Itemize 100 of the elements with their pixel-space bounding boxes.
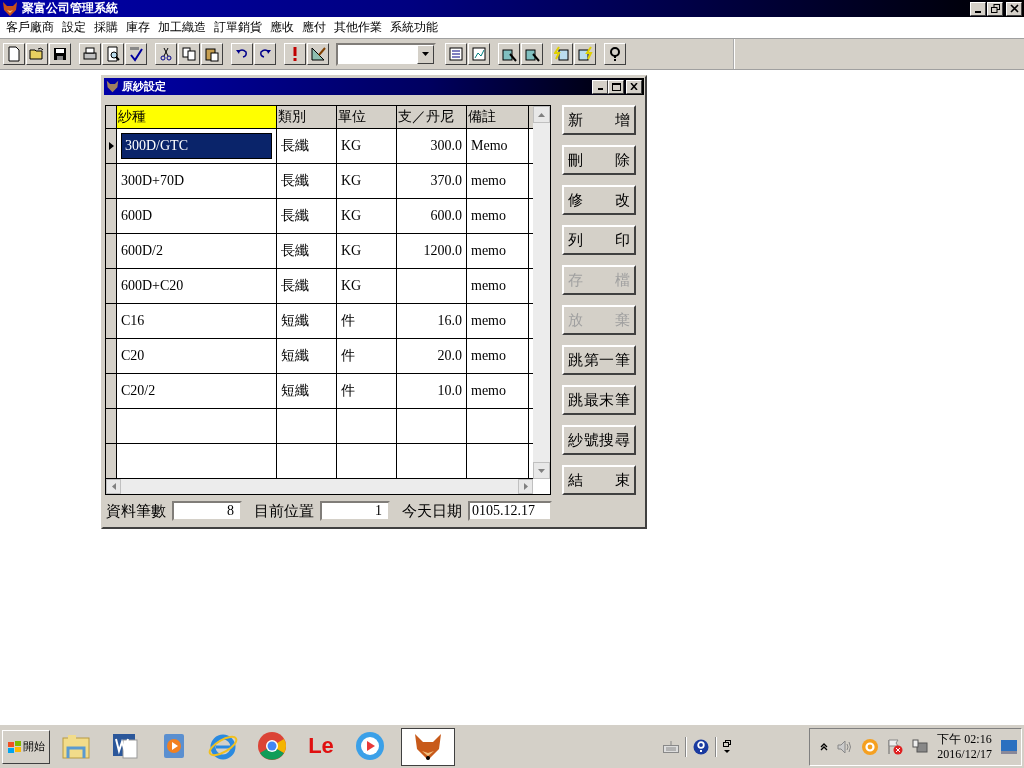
minimize-icon <box>975 10 981 13</box>
maximize-button[interactable] <box>608 79 624 94</box>
dropdown-field[interactable] <box>336 42 436 66</box>
row-selector[interactable] <box>106 234 117 268</box>
fox-icon <box>106 80 119 93</box>
save-icon[interactable] <box>49 43 71 65</box>
row-selector[interactable] <box>106 304 117 338</box>
table-cell[interactable]: C20/2 <box>117 374 277 408</box>
row-selector[interactable] <box>106 339 117 373</box>
field-label: 目前位置 <box>254 501 314 521</box>
start-button[interactable]: 開始 <box>2 729 50 764</box>
new-file-icon[interactable] <box>3 43 25 65</box>
row-selector[interactable] <box>106 129 117 163</box>
table-cell: memo <box>467 199 529 233</box>
row-selector[interactable] <box>106 374 117 408</box>
restore-button[interactable] <box>987 1 1003 16</box>
column-header[interactable]: 支／丹尼 <box>397 106 467 128</box>
row-selector[interactable] <box>106 199 117 233</box>
close-button[interactable] <box>626 79 642 94</box>
table-cell: 件 <box>337 339 397 373</box>
table-cell[interactable]: 300D+70D <box>117 164 277 198</box>
lightning-table-icon[interactable] <box>551 43 573 65</box>
play-icon <box>354 729 386 762</box>
menu-item[interactable]: 採購 <box>90 19 122 36</box>
table-cell[interactable]: 600D <box>117 199 277 233</box>
menu-item[interactable]: 加工織造 <box>154 19 210 36</box>
column-header[interactable]: 類別 <box>277 106 337 128</box>
clock-time: 下午 02:16 <box>937 731 992 747</box>
ruler-pencil-icon[interactable] <box>307 43 329 65</box>
action-button[interactable]: 結束 <box>562 465 636 495</box>
taskbar-app[interactable] <box>401 727 455 766</box>
redo-icon[interactable] <box>254 43 276 65</box>
field-label: 今天日期 <box>402 501 462 521</box>
clock[interactable]: 下午 02:16 2016/12/17 <box>937 731 992 762</box>
chevron-up-icon[interactable] <box>820 742 829 751</box>
flag-error-icon[interactable] <box>887 738 904 755</box>
action-button[interactable]: 新增 <box>562 105 636 135</box>
close-button[interactable] <box>1006 1 1022 16</box>
action-button[interactable]: 修改 <box>562 185 636 215</box>
close-icon <box>1009 4 1019 13</box>
row-selector[interactable] <box>106 444 117 478</box>
table-cell[interactable]: 600D/2 <box>117 234 277 268</box>
table-cell[interactable]: 600D+C20 <box>117 269 277 303</box>
table-cell: 短纖 <box>277 339 337 373</box>
menu-item[interactable]: 系統功能 <box>386 19 442 36</box>
spell-check-icon[interactable] <box>125 43 147 65</box>
dropdown-arrow-icon <box>422 52 429 56</box>
row-pointer-icon <box>108 142 114 150</box>
column-header[interactable]: 單位 <box>337 106 397 128</box>
column-header[interactable]: 備註 <box>467 106 529 128</box>
minimize-button[interactable] <box>592 79 608 94</box>
table-icon[interactable] <box>445 43 467 65</box>
lightning-note-icon[interactable] <box>574 43 596 65</box>
table-cell[interactable]: C20 <box>117 339 277 373</box>
close-icon <box>630 83 638 90</box>
action-button[interactable]: 跳最末筆 <box>562 385 636 415</box>
print-icon[interactable] <box>79 43 101 65</box>
print-preview-icon[interactable] <box>102 43 124 65</box>
action-button[interactable]: 刪除 <box>562 145 636 175</box>
table-cell: Memo <box>467 129 529 163</box>
menu-item[interactable]: 設定 <box>58 19 90 36</box>
vertical-scrollbar[interactable] <box>533 106 550 494</box>
column-header[interactable]: 紗種 <box>117 106 277 128</box>
row-selector[interactable] <box>106 269 117 303</box>
menu-item[interactable]: 庫存 <box>122 19 154 36</box>
exclamation-icon[interactable] <box>284 43 306 65</box>
action-button[interactable]: 列印 <box>562 225 636 255</box>
action-button[interactable]: 跳第一筆 <box>562 345 636 375</box>
field-label: 資料筆數 <box>106 501 166 521</box>
menu-item[interactable]: 應收 <box>266 19 298 36</box>
cut-icon[interactable] <box>155 43 177 65</box>
row-selector[interactable] <box>106 164 117 198</box>
row-selector[interactable] <box>106 409 117 443</box>
undo-icon[interactable] <box>231 43 253 65</box>
clock-date: 2016/12/17 <box>937 746 992 762</box>
table-cell: 長纖 <box>277 234 337 268</box>
menu-item[interactable]: 訂單銷貨 <box>210 19 266 36</box>
table-cell: 1200.0 <box>397 234 467 268</box>
menu-item[interactable]: 客戶廠商 <box>2 19 58 36</box>
menu-item[interactable]: 其他作業 <box>330 19 386 36</box>
scroll-down-icon <box>538 468 545 473</box>
table-cell[interactable]: C16 <box>117 304 277 338</box>
copy-icon[interactable] <box>178 43 200 65</box>
table-cell: memo <box>467 339 529 373</box>
restore-down-icon[interactable] <box>723 739 732 754</box>
horizontal-scrollbar[interactable] <box>106 479 533 494</box>
paste-icon[interactable] <box>201 43 223 65</box>
chart-table-icon[interactable] <box>468 43 490 65</box>
table-cell: 長纖 <box>277 199 337 233</box>
show-desktop-icon[interactable] <box>1001 739 1017 754</box>
network-icon[interactable] <box>912 738 929 755</box>
menu-item[interactable]: 應付 <box>298 19 330 36</box>
table-cell: memo <box>467 304 529 338</box>
scroll-left-icon <box>111 483 116 490</box>
action-button[interactable]: 紗號搜尋 <box>562 425 636 455</box>
open-folder-icon[interactable] <box>26 43 48 65</box>
keyboard-icon[interactable] <box>663 740 680 753</box>
readonly-field: 0105.12.17 <box>468 501 552 521</box>
minimize-button[interactable] <box>970 1 986 16</box>
table-cell: KG <box>337 129 397 163</box>
